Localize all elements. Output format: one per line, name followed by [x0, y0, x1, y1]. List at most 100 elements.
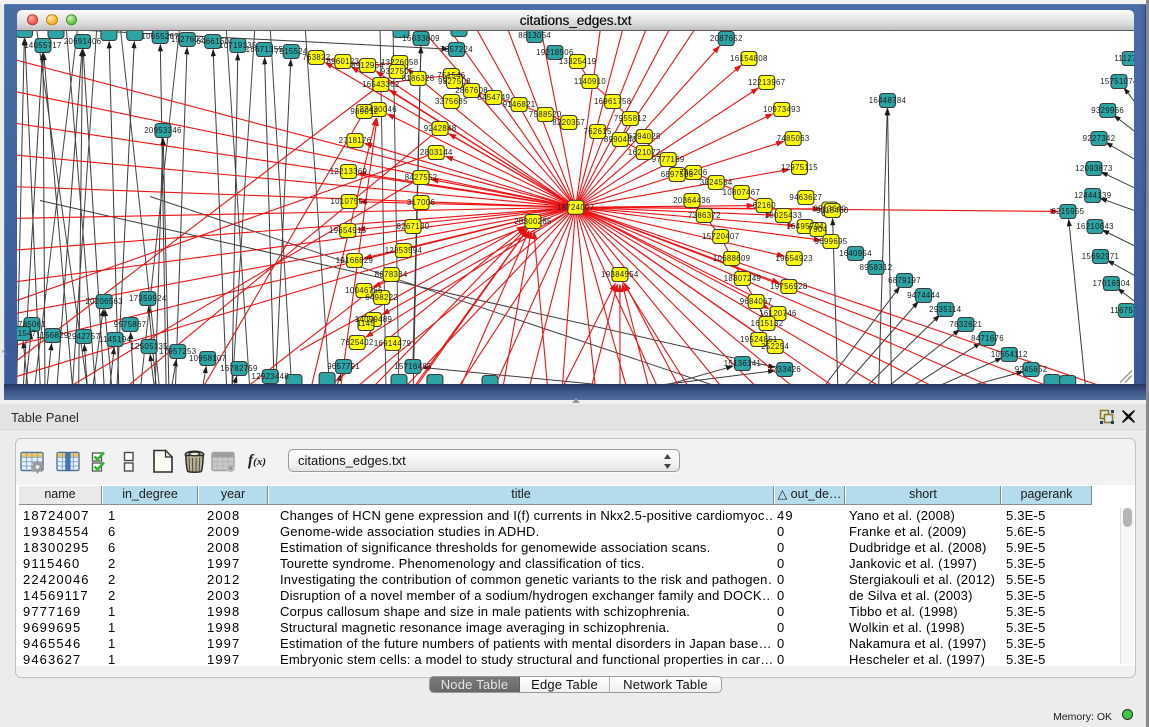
- svg-text:8878334: 8878334: [375, 270, 408, 279]
- svg-text:19166829: 19166829: [336, 256, 374, 265]
- svg-text:3824554: 3824554: [700, 178, 733, 187]
- svg-text:12213369: 12213369: [330, 167, 368, 176]
- svg-text:7386372: 7386372: [688, 211, 721, 220]
- svg-text:1733426: 1733426: [768, 365, 801, 374]
- svg-text:15720407: 15720407: [702, 232, 740, 241]
- svg-text:20953346: 20953346: [144, 126, 182, 135]
- svg-text:12093873: 12093873: [1075, 164, 1113, 173]
- svg-text:10688609: 10688609: [713, 254, 751, 263]
- svg-text:317006: 317006: [407, 198, 435, 207]
- svg-text:1140910: 1140910: [574, 77, 607, 86]
- svg-text:9146821: 9146821: [503, 100, 536, 109]
- svg-text:7955812: 7955812: [614, 114, 647, 123]
- svg-text:19384554: 19384554: [601, 270, 639, 279]
- svg-text:10807467: 10807467: [723, 188, 761, 197]
- svg-text:1167533: 1167533: [1110, 306, 1134, 315]
- svg-text:2087652: 2087652: [710, 34, 743, 43]
- svg-text:9975867: 9975867: [114, 320, 147, 329]
- svg-text:10025433: 10025433: [765, 211, 803, 220]
- svg-text:13325419: 13325419: [559, 57, 597, 66]
- svg-text:16033809: 16033809: [402, 34, 440, 43]
- svg-text:9115460: 9115460: [816, 206, 849, 215]
- svg-text:16210643: 16210643: [1076, 222, 1114, 231]
- svg-text:8215955: 8215955: [1051, 207, 1084, 216]
- svg-text:2718176: 2718176: [339, 136, 372, 145]
- svg-text:15692971: 15692971: [1082, 252, 1120, 261]
- svg-text:16154808: 16154808: [730, 54, 768, 63]
- svg-text:1145: 1145: [357, 319, 375, 328]
- svg-text:6794028: 6794028: [628, 132, 661, 141]
- svg-text:7832621: 7832621: [949, 320, 982, 329]
- svg-text:12923448: 12923448: [252, 372, 290, 381]
- svg-text:9657791: 9657791: [327, 362, 360, 371]
- svg-text:9227342: 9227342: [1083, 134, 1116, 143]
- svg-text:8471676: 8471676: [971, 334, 1004, 343]
- svg-text:15136141: 15136141: [724, 359, 762, 368]
- svg-text:9242848: 9242848: [424, 124, 457, 133]
- svg-text:16914479: 16914479: [374, 339, 412, 348]
- svg-text:9777169: 9777169: [652, 155, 685, 164]
- svg-text:746206: 746206: [679, 168, 707, 177]
- svg-text:6498222: 6498222: [365, 293, 398, 302]
- svg-text:1640954: 1640954: [839, 249, 872, 258]
- svg-text:785061: 785061: [18, 320, 46, 329]
- svg-text:18724007: 18724007: [557, 202, 595, 211]
- svg-text:9684067: 9684067: [740, 297, 773, 306]
- svg-text:19218506: 19218506: [536, 48, 574, 57]
- svg-text:12353594: 12353594: [385, 246, 423, 255]
- svg-text:9327508: 9327508: [438, 77, 471, 86]
- svg-text:8958312: 8958312: [860, 263, 893, 272]
- svg-text:18807249: 18807249: [724, 274, 762, 283]
- svg-text:9463627: 9463627: [789, 193, 822, 202]
- svg-text:15716485: 15716485: [394, 362, 432, 371]
- svg-text:14055717: 14055717: [24, 41, 62, 50]
- svg-text:12975115: 12975115: [781, 163, 818, 172]
- svg-text:62160: 62160: [752, 201, 776, 210]
- svg-text:17016504: 17016504: [1093, 279, 1131, 288]
- svg-text:8267130: 8267130: [397, 222, 430, 231]
- svg-text:10958107: 10958107: [189, 354, 227, 363]
- svg-text:7625402: 7625402: [341, 338, 374, 347]
- svg-text:8427552: 8427552: [405, 173, 438, 182]
- svg-text:391547: 391547: [17, 329, 36, 338]
- svg-text:8220357: 8220357: [552, 118, 585, 127]
- svg-text:2803144: 2803144: [420, 148, 453, 157]
- svg-text:9329966: 9329966: [1091, 106, 1124, 115]
- svg-text:9245652: 9245652: [1015, 365, 1048, 374]
- svg-text:28300285: 28300285: [514, 217, 552, 226]
- svg-text:12213967: 12213967: [748, 78, 786, 87]
- svg-text:16120746: 16120746: [759, 309, 797, 318]
- svg-text:7904: 7904: [809, 225, 828, 234]
- svg-text:7485063: 7485063: [777, 134, 810, 143]
- svg-text:20206563: 20206563: [85, 297, 123, 306]
- svg-text:6879197: 6879197: [888, 276, 921, 285]
- svg-text:17359924: 17359924: [129, 294, 167, 303]
- svg-text:16961758: 16961758: [594, 97, 632, 106]
- svg-text:20364436: 20364436: [673, 196, 711, 205]
- svg-text:10107554: 10107554: [330, 197, 368, 206]
- svg-text:2942757: 2942757: [67, 332, 100, 341]
- svg-text:8186328: 8186328: [402, 74, 435, 83]
- svg-text:1145194: 1145194: [99, 335, 132, 344]
- svg-text:20691406: 20691406: [64, 37, 102, 46]
- svg-text:15751074: 15751074: [1100, 77, 1134, 86]
- svg-text:16448784: 16448784: [869, 96, 907, 105]
- svg-text:989012: 989012: [350, 107, 378, 116]
- svg-text:7357224: 7357224: [440, 45, 473, 54]
- svg-text:252254: 252254: [761, 342, 789, 351]
- svg-text:1615132: 1615132: [751, 319, 784, 328]
- svg-text:3375685: 3375685: [435, 97, 468, 106]
- svg-text:9474444: 9474444: [907, 291, 940, 300]
- svg-text:12444139: 12444139: [1074, 191, 1112, 200]
- svg-text:1112744: 1112744: [1114, 54, 1134, 63]
- svg-text:8912954: 8912954: [351, 61, 384, 70]
- svg-text:13226058: 13226058: [381, 58, 419, 67]
- svg-text:1156829: 1156829: [36, 331, 68, 340]
- svg-text:19756928: 19756928: [770, 282, 808, 291]
- svg-text:16543362: 16543362: [362, 80, 400, 89]
- svg-text:2935114: 2935114: [929, 305, 962, 314]
- svg-text:10654112: 10654112: [991, 350, 1028, 359]
- svg-text:19654923: 19654923: [775, 254, 813, 263]
- svg-text:10973493: 10973493: [763, 105, 801, 114]
- svg-text:9699695: 9699695: [815, 237, 848, 246]
